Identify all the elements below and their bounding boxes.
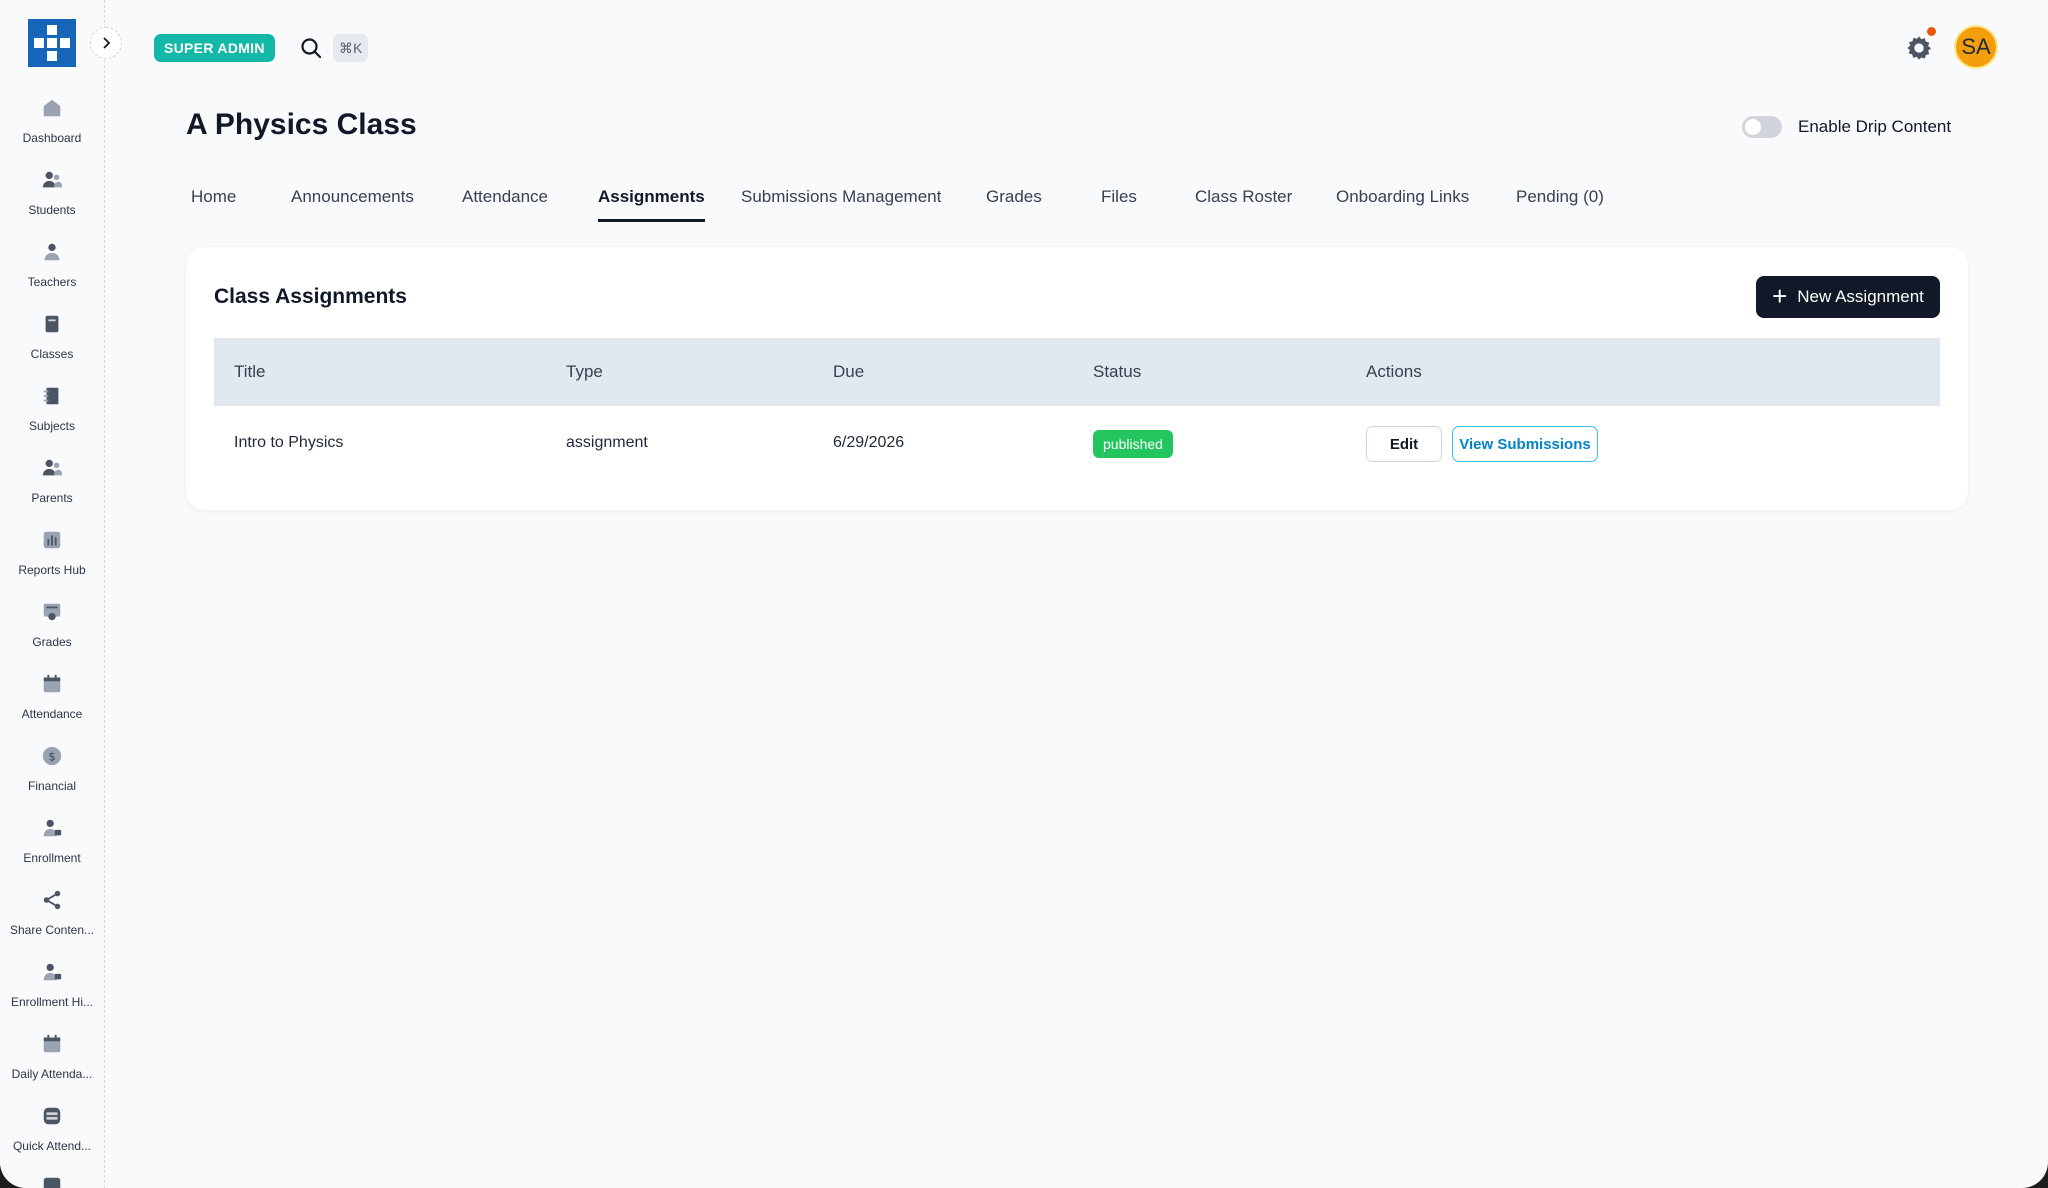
app-window: Dashboard Students Teachers Classes Subj… xyxy=(0,0,2048,1188)
tab-onboarding-links[interactable]: Onboarding Links xyxy=(1336,187,1469,219)
sidebar-item-financial[interactable]: $ Financial xyxy=(0,743,104,815)
drip-content-toggle[interactable] xyxy=(1742,116,1782,138)
column-header-title: Title xyxy=(234,362,266,381)
sidebar-item-reports-hub[interactable]: Reports Hub xyxy=(0,527,104,599)
notebook-icon xyxy=(39,383,65,409)
assignment-type: assignment xyxy=(566,434,648,451)
sidebar-item-attendance[interactable]: Attendance xyxy=(0,671,104,743)
new-assignment-button[interactable]: + New Assignment xyxy=(1756,276,1940,318)
chevron-right-icon xyxy=(103,37,111,49)
page-title: A Physics Class xyxy=(186,108,417,141)
assignment-title: Intro to Physics xyxy=(234,434,344,451)
sidebar-item-label: Quick Attend... xyxy=(12,1139,92,1153)
avatar[interactable]: SA xyxy=(1956,27,1996,67)
sidebar-item-label: Share Conten... xyxy=(9,923,95,937)
teacher-icon xyxy=(39,239,65,265)
column-header-actions: Actions xyxy=(1366,362,1422,381)
sidebar-item-label: Grades xyxy=(32,635,72,649)
sidebar-item-label: Reports Hub xyxy=(18,563,86,577)
card-icon xyxy=(39,1173,65,1188)
column-header-status: Status xyxy=(1093,362,1142,381)
sidebar-item-label: Enrollment xyxy=(23,851,81,865)
tab-grades[interactable]: Grades xyxy=(986,187,1042,219)
sidebar-item-label: Parents xyxy=(31,491,73,505)
book-icon xyxy=(39,311,65,337)
dollar-icon: $ xyxy=(39,743,65,769)
sidebar-item-grades[interactable]: Grades xyxy=(0,599,104,671)
sidebar-item-label: Teachers xyxy=(27,275,77,289)
sidebar-item-subjects[interactable]: Subjects xyxy=(0,383,104,455)
tab-files[interactable]: Files xyxy=(1101,187,1137,219)
view-submissions-button[interactable]: View Submissions xyxy=(1452,426,1598,462)
sidebar-item-parents[interactable]: Parents xyxy=(0,455,104,527)
sidebar-item-label: Dashboard xyxy=(22,131,82,145)
calendar-icon xyxy=(39,671,65,697)
edit-button[interactable]: Edit xyxy=(1366,426,1442,462)
column-header-type: Type xyxy=(566,362,603,381)
sidebar-item-dashboard[interactable]: Dashboard xyxy=(0,95,104,167)
class-assignments-card: Class Assignments + New Assignment Title… xyxy=(186,247,1968,510)
sidebar-item-label: Attendance xyxy=(21,707,83,721)
home-icon xyxy=(39,95,65,121)
notification-dot xyxy=(1927,27,1936,36)
user-plus-icon xyxy=(39,815,65,841)
role-badge: SUPER ADMIN xyxy=(154,34,275,62)
sidebar-item-label: Subjects xyxy=(28,419,76,433)
gear-icon[interactable] xyxy=(1905,34,1933,62)
sidebar-item-label: Students xyxy=(28,203,76,217)
sidebar-item-students[interactable]: Students xyxy=(0,167,104,239)
table-header: Title Type Due Status Actions xyxy=(214,338,1940,406)
sidebar-item-label: Classes xyxy=(30,347,74,361)
tab-assignments[interactable]: Assignments xyxy=(598,187,705,222)
tab-home[interactable]: Home xyxy=(191,187,236,219)
user-history-icon xyxy=(39,959,65,985)
sidebar-item-classes[interactable]: Classes xyxy=(0,311,104,383)
search-icon[interactable] xyxy=(300,37,322,59)
svg-text:$: $ xyxy=(48,750,56,764)
column-header-due: Due xyxy=(833,362,865,381)
search-shortcut-hint[interactable]: ⌘K xyxy=(333,34,369,62)
tab-pending[interactable]: Pending (0) xyxy=(1516,187,1604,219)
bar-chart-icon xyxy=(39,527,65,553)
sidebar-item-label: Enrollment Hi... xyxy=(10,995,94,1009)
sidebar-item-quick-attendance[interactable]: Quick Attend... xyxy=(0,1103,104,1175)
table-row: Intro to Physics assignment 6/29/2026 pu… xyxy=(214,406,1940,482)
share-icon xyxy=(39,887,65,913)
sidebar-item-daily-attendance[interactable]: Daily Attenda... xyxy=(0,1031,104,1103)
drip-content-label: Enable Drip Content xyxy=(1798,117,1952,136)
status-badge: published xyxy=(1093,430,1173,458)
sidebar-item-enrollment-history[interactable]: Enrollment Hi... xyxy=(0,959,104,1031)
sidebar-item-teachers[interactable]: Teachers xyxy=(0,239,104,311)
sidebar-item-enrollment[interactable]: Enrollment xyxy=(0,815,104,887)
sidebar: Dashboard Students Teachers Classes Subj… xyxy=(0,0,105,1188)
sidebar-item-more[interactable] xyxy=(0,1173,104,1188)
calendar-icon xyxy=(39,1031,65,1057)
assignments-table: Title Type Due Status Actions Intro to P… xyxy=(214,338,1940,482)
plus-icon: + xyxy=(1772,280,1788,311)
tab-attendance[interactable]: Attendance xyxy=(462,187,548,219)
parents-icon xyxy=(39,455,65,481)
tab-submissions-management[interactable]: Submissions Management xyxy=(741,187,941,219)
sidebar-item-label: Daily Attenda... xyxy=(11,1067,93,1081)
sidebar-expand-button[interactable] xyxy=(90,27,122,59)
tab-class-roster[interactable]: Class Roster xyxy=(1195,187,1292,219)
tab-announcements[interactable]: Announcements xyxy=(291,187,414,219)
students-icon xyxy=(39,167,65,193)
drip-content-control: Enable Drip Content xyxy=(1742,116,1951,138)
assignment-due: 6/29/2026 xyxy=(833,434,905,451)
app-logo[interactable] xyxy=(28,19,76,67)
sidebar-item-share-content[interactable]: Share Conten... xyxy=(0,887,104,959)
card-title: Class Assignments xyxy=(214,285,407,308)
quick-attendance-icon xyxy=(39,1103,65,1129)
sidebar-item-label: Financial xyxy=(27,779,77,793)
logo-icon xyxy=(28,19,76,67)
new-assignment-label: New Assignment xyxy=(1797,287,1924,306)
grades-icon xyxy=(39,599,65,625)
